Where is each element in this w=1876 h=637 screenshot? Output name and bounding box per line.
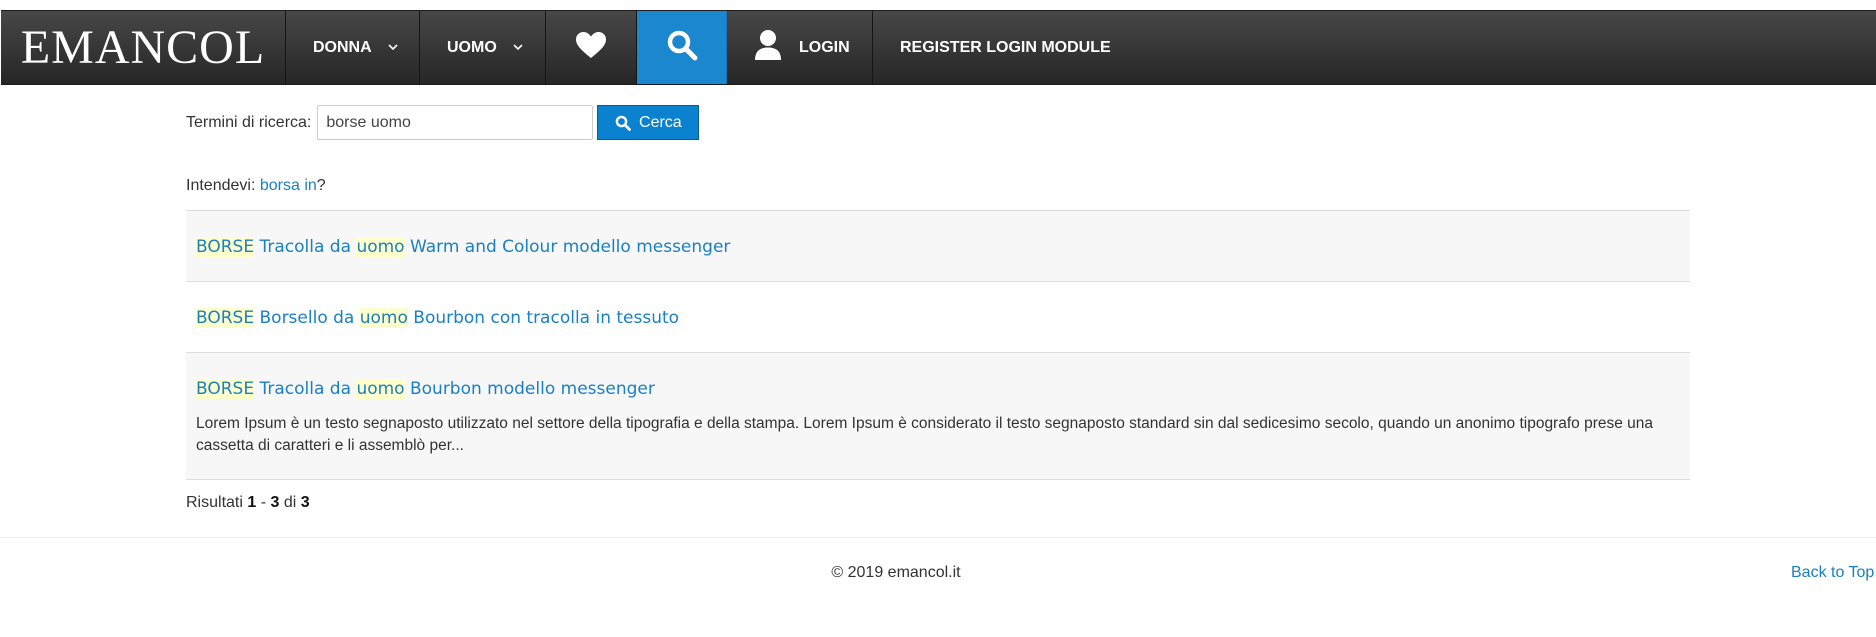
results-label: Risultati [186,494,243,511]
search-input[interactable] [317,105,594,140]
nav-uomo-label: UOMO [447,38,497,56]
result-item: BORSE Tracolla da uomo Bourbon modello m… [186,352,1690,480]
keyword-highlight: BORSE [196,379,255,399]
keyword-highlight: BORSE [196,237,255,257]
results-counter: Risultati 1 - 3 di 3 [186,494,310,512]
keyword-highlight: uomo [359,308,408,328]
result-title-text: Bourbon con tracolla in tessuto [413,308,680,328]
result-title-link[interactable]: BORSE Borsello da uomo Bourbon con traco… [196,308,1680,328]
result-title-text: Tracolla da [259,237,352,257]
footer-divider [0,537,1876,538]
nav-login-label: LOGIN [799,38,850,56]
keyword-highlight: uomo [356,379,405,399]
chevron-down-icon [388,44,398,51]
search-button[interactable]: Cerca [597,105,700,140]
result-title-link[interactable]: BORSE Tracolla da uomo Bourbon modello m… [196,379,1680,399]
result-title-text: Tracolla da [259,379,352,399]
nav-item-donna[interactable]: DONNA [286,11,420,84]
heart-icon [575,31,607,64]
top-strip [0,0,1876,10]
result-title-text: Warm and Colour modello messenger [409,237,731,257]
result-description: Lorem Ipsum è un testo segnaposto utiliz… [196,415,1654,454]
search-icon [615,115,631,131]
did-you-mean-suffix: ? [316,177,326,194]
suggestion-link[interactable]: borsa in [260,177,317,194]
did-you-mean: Intendevi: borsa in? [186,177,326,195]
main-navbar: EMANCOL DONNA UOMO LOGIN REGISTER LOGIN … [1,10,1876,85]
brand-logo[interactable]: EMANCOL [1,11,286,84]
keyword-highlight: uomo [356,237,405,257]
nav-item-login[interactable]: LOGIN [727,11,873,84]
nav-item-wishlist[interactable] [546,11,637,84]
result-title-text: Bourbon modello messenger [409,379,655,399]
nav-item-uomo[interactable]: UOMO [420,11,546,84]
nav-donna-label: DONNA [313,38,372,56]
result-item: BORSE Tracolla da uomo Warm and Colour m… [186,210,1690,281]
nav-register-label: REGISTER LOGIN MODULE [900,38,1111,56]
search-form: Termini di ricerca: Cerca [186,105,700,140]
results-from: 1 [247,494,257,511]
result-title-link[interactable]: BORSE Tracolla da uomo Warm and Colour m… [196,237,1680,257]
result-item: BORSE Borsello da uomo Bourbon con traco… [186,281,1690,352]
results-total: 3 [300,494,310,511]
user-icon [755,29,781,66]
chevron-down-icon [513,44,523,51]
nav-item-search[interactable] [637,11,727,84]
search-icon [666,29,698,66]
back-to-top-link[interactable]: Back to Top [1791,564,1874,582]
search-button-label: Cerca [639,113,682,131]
copyright: © 2019 emancol.it [831,564,961,581]
search-label: Termini di ricerca: [186,113,312,131]
results-sep: - [260,494,267,511]
nav-item-register[interactable]: REGISTER LOGIN MODULE [873,11,1111,84]
results-of: di [283,494,297,511]
keyword-highlight: BORSE [196,308,255,328]
results-to: 3 [270,494,280,511]
search-results: BORSE Tracolla da uomo Warm and Colour m… [186,210,1690,480]
did-you-mean-prefix: Intendevi: [186,177,256,194]
result-title-text: Borsello da [259,308,355,328]
